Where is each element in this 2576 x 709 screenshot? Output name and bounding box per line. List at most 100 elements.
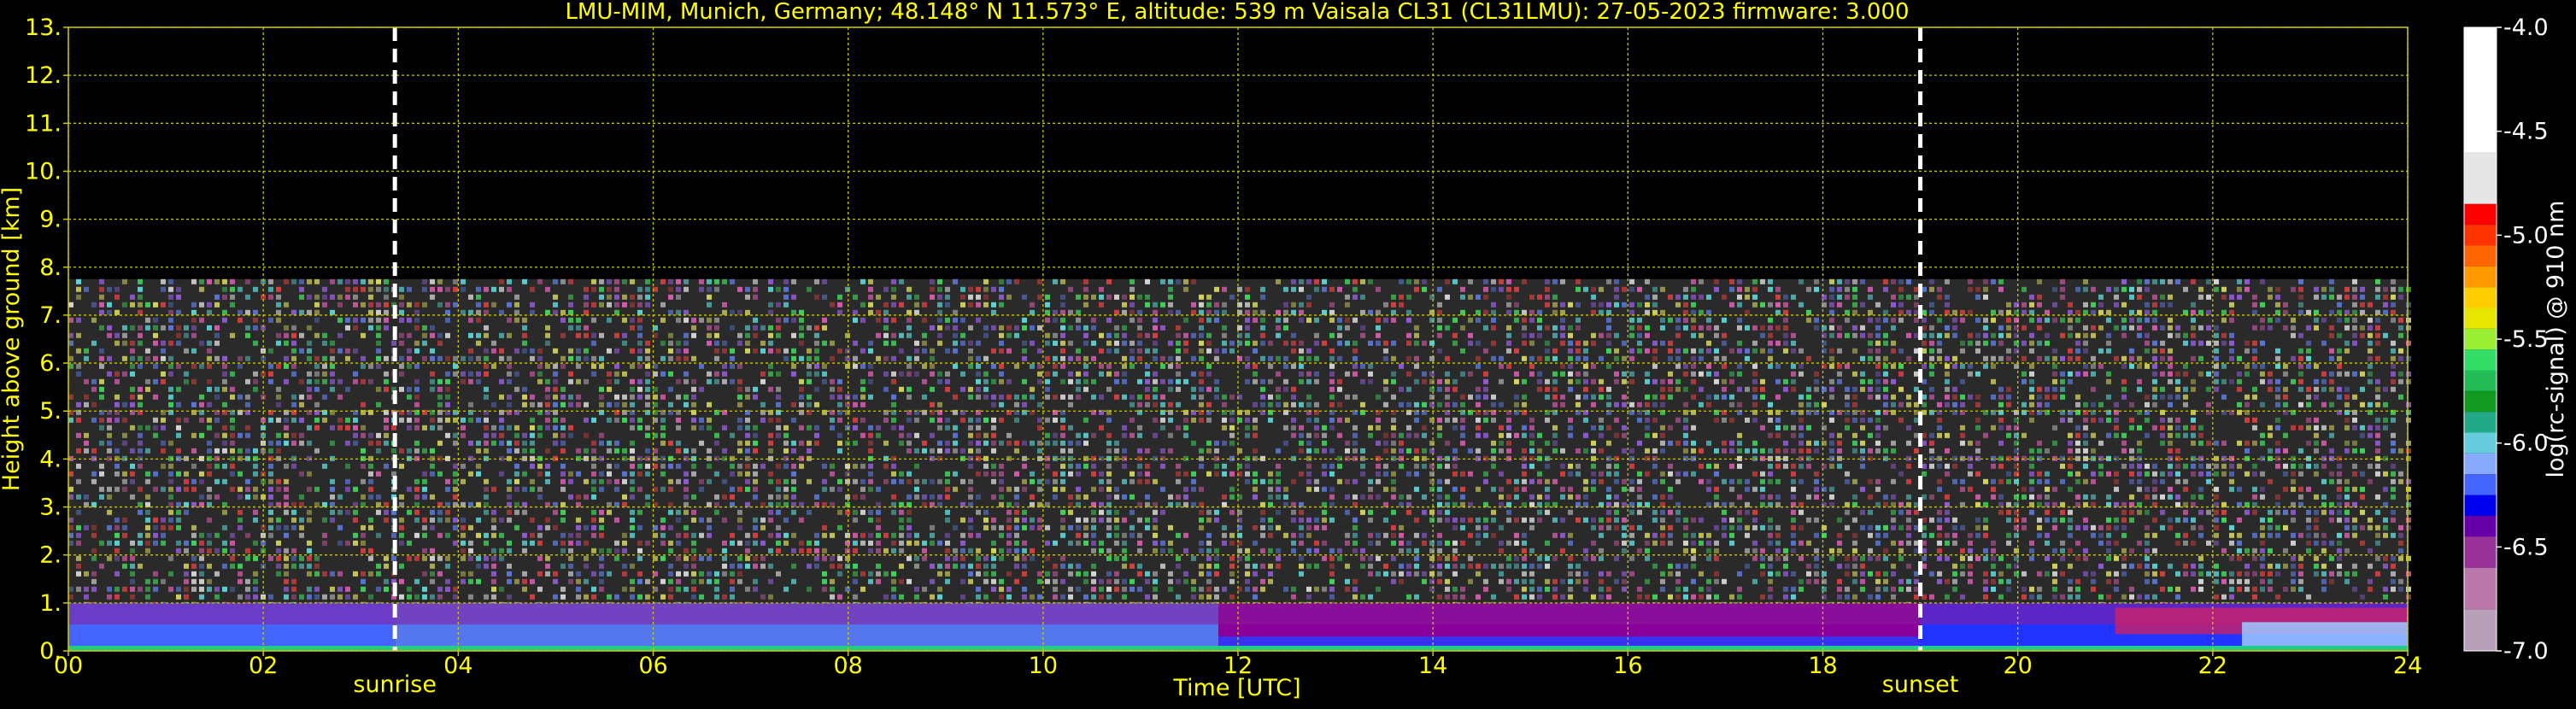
noise-cell <box>1514 317 1519 323</box>
noise-cell <box>1568 348 1573 354</box>
noise-cell <box>307 348 312 354</box>
noise-cell <box>2283 401 2288 407</box>
noise-cell <box>1760 302 1765 308</box>
noise-cell <box>1576 355 1581 361</box>
noise-cell <box>1245 417 1250 423</box>
noise-cell <box>1099 363 1104 369</box>
noise-cell <box>361 302 366 308</box>
noise-cell <box>1030 394 1035 400</box>
noise-cell <box>1606 302 1611 308</box>
noise-cell <box>2406 309 2411 315</box>
noise-cell <box>1614 332 1619 338</box>
noise-cell <box>337 294 343 300</box>
noise-cell <box>576 394 581 400</box>
noise-cell <box>2006 302 2011 308</box>
noise-cell <box>214 494 220 500</box>
noise-cell <box>853 394 858 400</box>
noise-cell <box>2291 355 2296 361</box>
noise-cell <box>107 494 112 500</box>
noise-cell <box>1214 309 1219 315</box>
noise-cell <box>214 325 220 331</box>
noise-cell <box>430 278 435 284</box>
noise-cell <box>568 325 573 331</box>
noise-cell <box>2360 401 2365 407</box>
noise-cell <box>899 386 904 392</box>
noise-cell <box>1783 440 1788 446</box>
noise-cell <box>1829 432 1834 438</box>
noise-cell <box>2383 302 2388 308</box>
noise-cell <box>399 386 404 392</box>
noise-cell <box>2298 471 2303 477</box>
noise-cell <box>1768 325 1773 331</box>
noise-cell <box>707 286 712 292</box>
noise-cell <box>1606 325 1611 331</box>
noise-cell <box>2198 325 2203 331</box>
noise-cell <box>1276 486 1281 492</box>
noise-cell <box>576 363 581 369</box>
noise-cell <box>2244 348 2250 354</box>
noise-cell <box>1329 286 1335 292</box>
noise-cell <box>1614 417 1619 423</box>
noise-cell <box>230 394 235 400</box>
noise-cell <box>945 417 950 423</box>
noise-cell <box>1929 463 1934 469</box>
noise-cell <box>1452 386 1458 392</box>
noise-cell <box>430 294 435 300</box>
noise-cell <box>2275 378 2280 384</box>
noise-cell <box>537 378 543 384</box>
noise-cell <box>576 325 581 331</box>
noise-cell <box>1391 440 1396 446</box>
noise-cell <box>1045 355 1050 361</box>
noise-cell <box>999 394 1004 400</box>
noise-cell <box>2406 494 2411 500</box>
noise-cell <box>530 302 535 308</box>
noise-cell <box>637 317 643 323</box>
noise-cell <box>2021 302 2027 308</box>
noise-cell <box>1845 471 1850 477</box>
noise-cell <box>530 309 535 315</box>
noise-cell <box>1652 417 1658 423</box>
noise-cell <box>1791 478 1796 484</box>
noise-cell <box>1345 478 1350 484</box>
noise-cell <box>138 448 143 454</box>
noise-cell <box>1022 463 1027 469</box>
noise-cell <box>507 425 512 431</box>
noise-cell <box>191 401 197 407</box>
noise-cell <box>584 286 589 292</box>
noise-cell <box>914 348 919 354</box>
noise-cell <box>1675 363 1681 369</box>
noise-cell <box>1583 378 1588 384</box>
noise-cell <box>1368 363 1373 369</box>
noise-cell <box>1322 486 1327 492</box>
noise-cell <box>1691 317 1696 323</box>
noise-cell <box>330 309 335 315</box>
noise-cell <box>445 486 450 492</box>
noise-cell <box>299 471 304 477</box>
noise-cell <box>238 494 243 500</box>
noise-cell <box>1222 348 1227 354</box>
noise-cell <box>2375 425 2380 431</box>
noise-cell <box>2029 363 2034 369</box>
noise-cell <box>776 317 781 323</box>
noise-cell <box>1260 317 1265 323</box>
noise-cell <box>199 286 204 292</box>
noise-cell <box>2375 278 2380 284</box>
noise-cell <box>1637 440 1642 446</box>
noise-cell <box>1376 425 1381 431</box>
noise-cell <box>2275 386 2280 392</box>
noise-cell <box>191 348 197 354</box>
noise-cell <box>2391 478 2396 484</box>
noise-cell <box>422 340 427 346</box>
noise-cell <box>2006 309 2011 315</box>
noise-cell <box>461 309 466 315</box>
noise-cell <box>2329 294 2334 300</box>
noise-cell <box>1775 394 1781 400</box>
noise-cell <box>68 394 73 400</box>
noise-cell <box>2152 317 2157 323</box>
noise-cell <box>2368 378 2373 384</box>
noise-cell <box>422 355 427 361</box>
noise-cell <box>307 394 312 400</box>
noise-cell <box>1260 294 1265 300</box>
noise-cell <box>1529 463 1534 469</box>
noise-cell <box>268 378 273 384</box>
